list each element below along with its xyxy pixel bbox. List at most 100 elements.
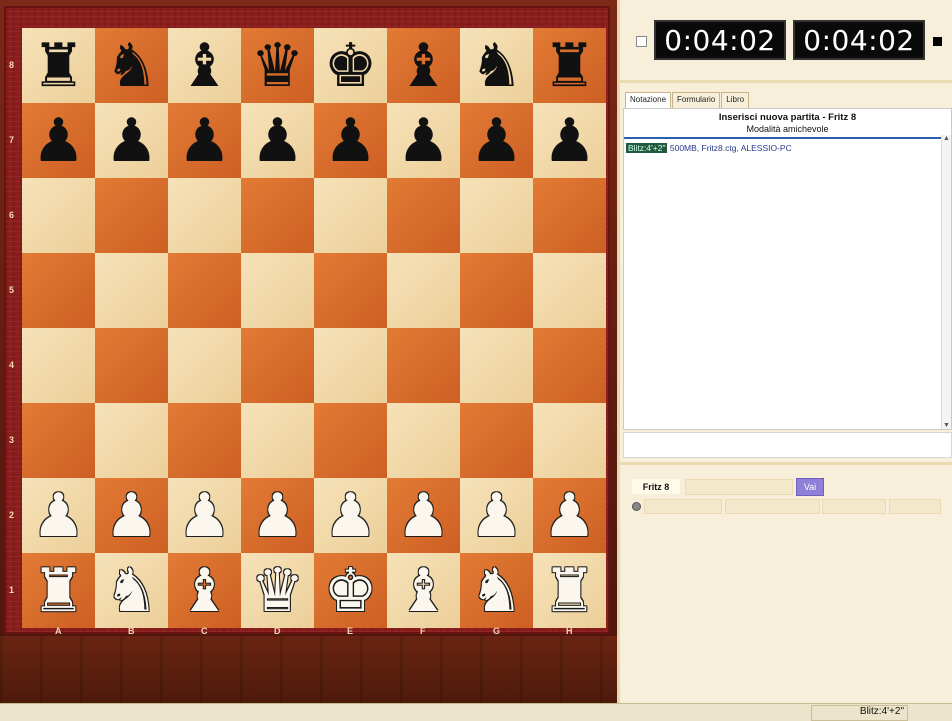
white-pawn-piece[interactable]: ♟ [105,486,159,546]
square-h2[interactable]: ♟ [533,478,606,553]
white-knight-piece[interactable]: ♞ [470,561,524,621]
square-b8[interactable]: ♞ [95,28,168,103]
square-b6[interactable] [95,178,168,253]
black-bishop-piece[interactable]: ♝ [397,36,451,96]
square-e1[interactable]: ♚ [314,553,387,628]
tab-formulario[interactable]: Formulario [672,92,721,108]
square-c7[interactable]: ♟ [168,103,241,178]
white-rook-piece[interactable]: ♜ [543,561,597,621]
white-queen-piece[interactable]: ♛ [251,561,305,621]
black-pawn-piece[interactable]: ♟ [32,111,86,171]
square-b2[interactable]: ♟ [95,478,168,553]
square-e8[interactable]: ♚ [314,28,387,103]
square-f3[interactable] [387,403,460,478]
black-pawn-piece[interactable]: ♟ [251,111,305,171]
square-a7[interactable]: ♟ [22,103,95,178]
square-b5[interactable] [95,253,168,328]
square-d1[interactable]: ♛ [241,553,314,628]
square-g4[interactable] [460,328,533,403]
white-knight-piece[interactable]: ♞ [105,561,159,621]
black-knight-piece[interactable]: ♞ [105,36,159,96]
square-c8[interactable]: ♝ [168,28,241,103]
engine-go-button[interactable]: Vai [796,478,824,496]
square-f8[interactable]: ♝ [387,28,460,103]
square-d3[interactable] [241,403,314,478]
square-e7[interactable]: ♟ [314,103,387,178]
white-pawn-piece[interactable]: ♟ [178,486,232,546]
square-h6[interactable] [533,178,606,253]
square-c4[interactable] [168,328,241,403]
square-h1[interactable]: ♜ [533,553,606,628]
notation-pane[interactable]: Inserisci nuova partita - Fritz 8 Modali… [623,108,952,430]
square-e6[interactable] [314,178,387,253]
square-e2[interactable]: ♟ [314,478,387,553]
square-d7[interactable]: ♟ [241,103,314,178]
square-c3[interactable] [168,403,241,478]
black-pawn-piece[interactable]: ♟ [470,111,524,171]
white-pawn-piece[interactable]: ♟ [251,486,305,546]
square-f6[interactable] [387,178,460,253]
white-pawn-piece[interactable]: ♟ [543,486,597,546]
square-d2[interactable]: ♟ [241,478,314,553]
black-pawn-piece[interactable]: ♟ [324,111,378,171]
black-knight-piece[interactable]: ♞ [470,36,524,96]
square-e3[interactable] [314,403,387,478]
black-king-piece[interactable]: ♚ [324,36,378,96]
square-a1[interactable]: ♜ [22,553,95,628]
square-f1[interactable]: ♝ [387,553,460,628]
black-pawn-piece[interactable]: ♟ [543,111,597,171]
clock-checkbox[interactable] [636,36,647,47]
white-pawn-piece[interactable]: ♟ [32,486,86,546]
square-g6[interactable] [460,178,533,253]
square-c1[interactable]: ♝ [168,553,241,628]
square-h8[interactable]: ♜ [533,28,606,103]
square-h4[interactable] [533,328,606,403]
tab-notation[interactable]: Notazione [625,92,672,108]
square-a6[interactable] [22,178,95,253]
square-g1[interactable]: ♞ [460,553,533,628]
square-d6[interactable] [241,178,314,253]
square-f4[interactable] [387,328,460,403]
black-pawn-piece[interactable]: ♟ [105,111,159,171]
white-king-piece[interactable]: ♚ [324,561,378,621]
square-b7[interactable]: ♟ [95,103,168,178]
square-h3[interactable] [533,403,606,478]
square-b1[interactable]: ♞ [95,553,168,628]
square-c6[interactable] [168,178,241,253]
white-pawn-piece[interactable]: ♟ [324,486,378,546]
square-a2[interactable]: ♟ [22,478,95,553]
square-a3[interactable] [22,403,95,478]
tab-libro[interactable]: Libro [721,92,750,108]
notation-scrollbar[interactable]: ▲ ▼ [941,135,951,429]
square-h5[interactable] [533,253,606,328]
move-input[interactable] [623,432,952,458]
black-rook-piece[interactable]: ♜ [543,36,597,96]
square-a8[interactable]: ♜ [22,28,95,103]
white-bishop-piece[interactable]: ♝ [397,561,451,621]
square-b3[interactable] [95,403,168,478]
square-d4[interactable] [241,328,314,403]
square-c2[interactable]: ♟ [168,478,241,553]
square-g8[interactable]: ♞ [460,28,533,103]
black-pawn-piece[interactable]: ♟ [178,111,232,171]
white-pawn-piece[interactable]: ♟ [470,486,524,546]
black-queen-piece[interactable]: ♛ [251,36,305,96]
square-c5[interactable] [168,253,241,328]
square-g7[interactable]: ♟ [460,103,533,178]
square-a4[interactable] [22,328,95,403]
scroll-down-icon[interactable]: ▼ [943,422,950,429]
square-d5[interactable] [241,253,314,328]
square-g5[interactable] [460,253,533,328]
square-f7[interactable]: ♟ [387,103,460,178]
white-rook-piece[interactable]: ♜ [32,561,86,621]
square-d8[interactable]: ♛ [241,28,314,103]
square-g3[interactable] [460,403,533,478]
white-bishop-piece[interactable]: ♝ [178,561,232,621]
black-pawn-piece[interactable]: ♟ [397,111,451,171]
white-pawn-piece[interactable]: ♟ [397,486,451,546]
square-b4[interactable] [95,328,168,403]
scroll-up-icon[interactable]: ▲ [943,135,950,142]
square-f2[interactable]: ♟ [387,478,460,553]
square-g2[interactable]: ♟ [460,478,533,553]
square-a5[interactable] [22,253,95,328]
